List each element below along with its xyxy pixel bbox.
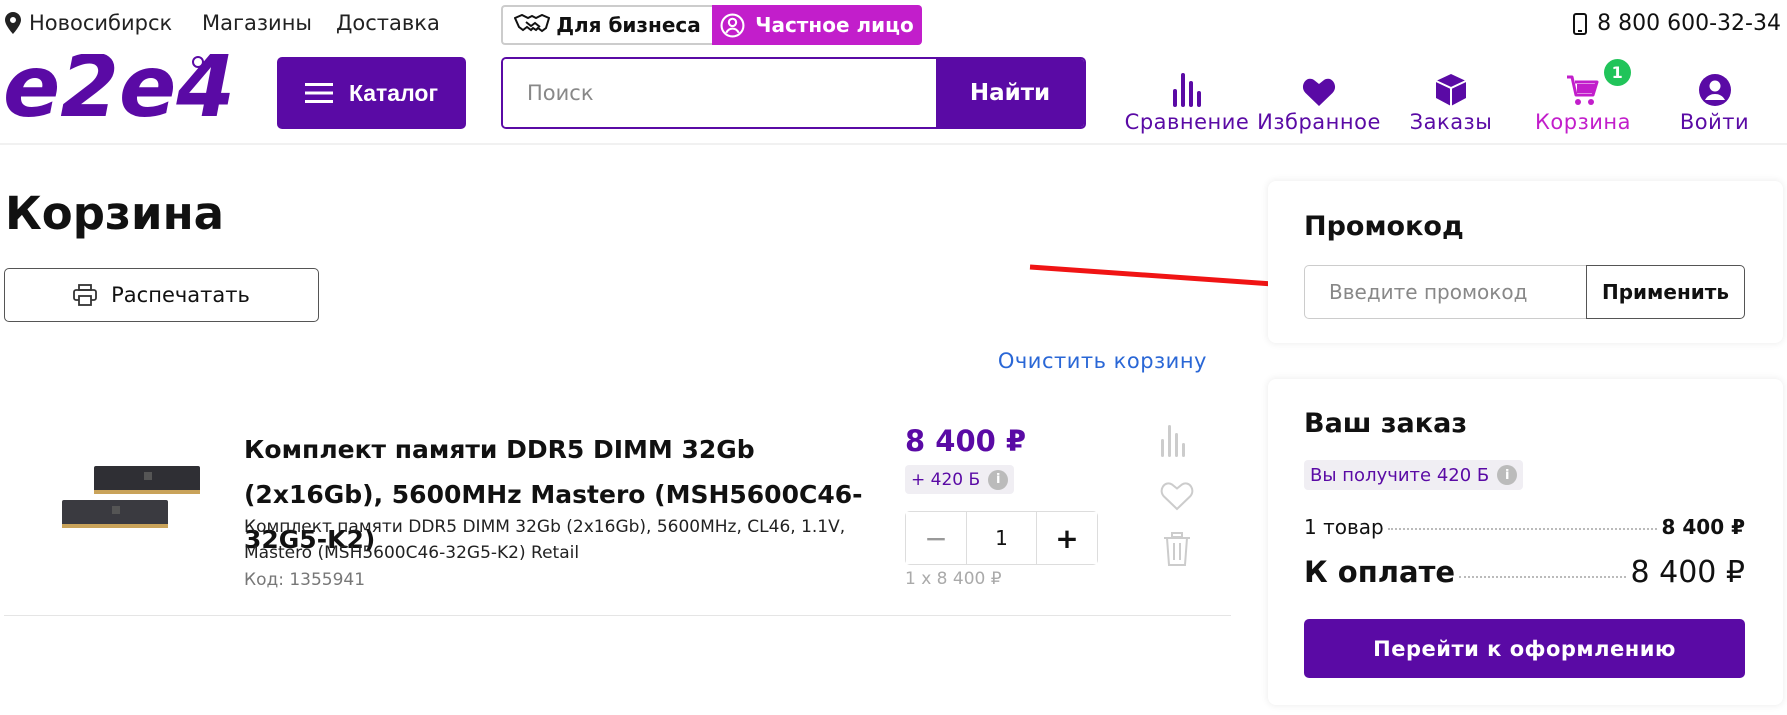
cart-count-badge: 1 bbox=[1604, 59, 1631, 86]
product-code: Код: 1355941 bbox=[244, 570, 366, 590]
heart-icon bbox=[1302, 78, 1336, 106]
favorite-heart-icon[interactable] bbox=[1160, 481, 1194, 511]
dotted-leader bbox=[1459, 576, 1627, 578]
info-icon[interactable]: i bbox=[1497, 465, 1518, 485]
phone-icon bbox=[1573, 12, 1588, 35]
quantity-stepper: − 1 + bbox=[905, 511, 1098, 565]
city-name: Новосибирск bbox=[29, 11, 173, 35]
business-label: Для бизнеса bbox=[556, 13, 701, 37]
search-bar: Найти bbox=[501, 57, 1086, 129]
cart-icon bbox=[1567, 75, 1599, 105]
item-bonus-text: + 420 Б bbox=[911, 469, 981, 490]
nav-login-label: Войти bbox=[1679, 110, 1750, 134]
catalog-button[interactable]: Каталог bbox=[277, 57, 466, 129]
items-label: 1 товар bbox=[1304, 515, 1384, 539]
customer-type-switch: Для бизнеса Частное лицо bbox=[501, 5, 922, 45]
user-circle-icon bbox=[720, 13, 745, 37]
menu-icon bbox=[304, 83, 333, 103]
location-pin-icon bbox=[5, 12, 21, 34]
phone-link[interactable]: 8 800 600-32-34 bbox=[1573, 11, 1781, 36]
decrease-quantity-button[interactable]: − bbox=[906, 512, 966, 564]
quantity-value[interactable]: 1 bbox=[966, 512, 1037, 564]
search-input[interactable] bbox=[503, 59, 936, 127]
clear-cart-link[interactable]: Очистить корзину bbox=[998, 349, 1207, 373]
bonus-note-text: Вы получите 420 Б bbox=[1310, 464, 1490, 486]
product-image[interactable] bbox=[60, 460, 204, 538]
business-tab[interactable]: Для бизнеса bbox=[501, 5, 712, 45]
city-selector[interactable]: Новосибирск bbox=[5, 11, 172, 35]
nav-compare[interactable]: Сравнение bbox=[1125, 64, 1249, 134]
promo-title: Промокод bbox=[1304, 211, 1464, 242]
stores-link[interactable]: Магазины bbox=[202, 11, 312, 35]
print-label: Распечатать bbox=[111, 283, 250, 307]
private-tab[interactable]: Частное лицо bbox=[712, 5, 922, 45]
apply-promo-button[interactable]: Применить bbox=[1586, 265, 1745, 319]
trash-icon[interactable] bbox=[1163, 532, 1191, 566]
bonus-note: Вы получите 420 Б i bbox=[1304, 460, 1524, 490]
nav-cart[interactable]: 1 Корзина bbox=[1533, 59, 1633, 134]
user-icon bbox=[1698, 74, 1731, 106]
order-title: Ваш заказ bbox=[1304, 408, 1468, 439]
unit-price: 1 x 8 400 ₽ bbox=[905, 569, 1002, 589]
bar-chart-icon bbox=[1173, 73, 1201, 107]
search-button[interactable]: Найти bbox=[936, 59, 1084, 127]
phone-number: 8 800 600-32-34 bbox=[1597, 11, 1781, 36]
nav-favorites-label: Избранное bbox=[1257, 110, 1381, 134]
nav-login[interactable]: Войти bbox=[1672, 64, 1757, 134]
catalog-label: Каталог bbox=[348, 79, 439, 106]
delivery-link[interactable]: Доставка bbox=[336, 11, 440, 35]
private-label: Частное лицо bbox=[755, 13, 914, 37]
box-icon bbox=[1435, 74, 1467, 106]
product-description: Комплект памяти DDR5 DIMM 32Gb (2x16Gb),… bbox=[244, 517, 846, 563]
nav-cart-label: Корзина bbox=[1534, 110, 1631, 134]
nav-orders-label: Заказы bbox=[1409, 110, 1493, 134]
promo-card: Промокод Применить bbox=[1268, 181, 1783, 343]
nav-favorites[interactable]: Избранное bbox=[1257, 64, 1381, 134]
dotted-leader bbox=[1387, 528, 1658, 530]
item-price: 8 400 ₽ bbox=[905, 424, 1027, 458]
nav-orders[interactable]: Заказы bbox=[1403, 64, 1499, 134]
printer-icon bbox=[73, 284, 98, 306]
checkout-button[interactable]: Перейти к оформлению bbox=[1304, 619, 1745, 678]
header-divider bbox=[0, 143, 1787, 145]
compare-icon[interactable] bbox=[1160, 425, 1186, 457]
nav-compare-label: Сравнение bbox=[1124, 110, 1250, 134]
handshake-icon bbox=[514, 14, 551, 33]
item-divider bbox=[4, 615, 1231, 616]
info-icon[interactable]: i bbox=[988, 469, 1009, 490]
print-button[interactable]: Распечатать bbox=[4, 268, 319, 322]
items-value: 8 400 ₽ bbox=[1661, 515, 1745, 539]
promo-code-input[interactable] bbox=[1304, 265, 1587, 319]
total-label: К оплате bbox=[1304, 555, 1456, 589]
increase-quantity-button[interactable]: + bbox=[1037, 512, 1097, 564]
item-bonus-badge: + 420 Б i bbox=[905, 465, 1015, 494]
total-value: 8 400 ₽ bbox=[1630, 555, 1745, 590]
total-row: К оплате 8 400 ₽ bbox=[1304, 555, 1745, 590]
page-title: Корзина bbox=[5, 187, 225, 240]
e2e4-logo[interactable]: e2e4 bbox=[3, 54, 247, 134]
items-row: 1 товар 8 400 ₽ bbox=[1304, 515, 1745, 539]
order-summary-card: Ваш заказ Вы получите 420 Б i 1 товар 8 … bbox=[1268, 379, 1783, 705]
